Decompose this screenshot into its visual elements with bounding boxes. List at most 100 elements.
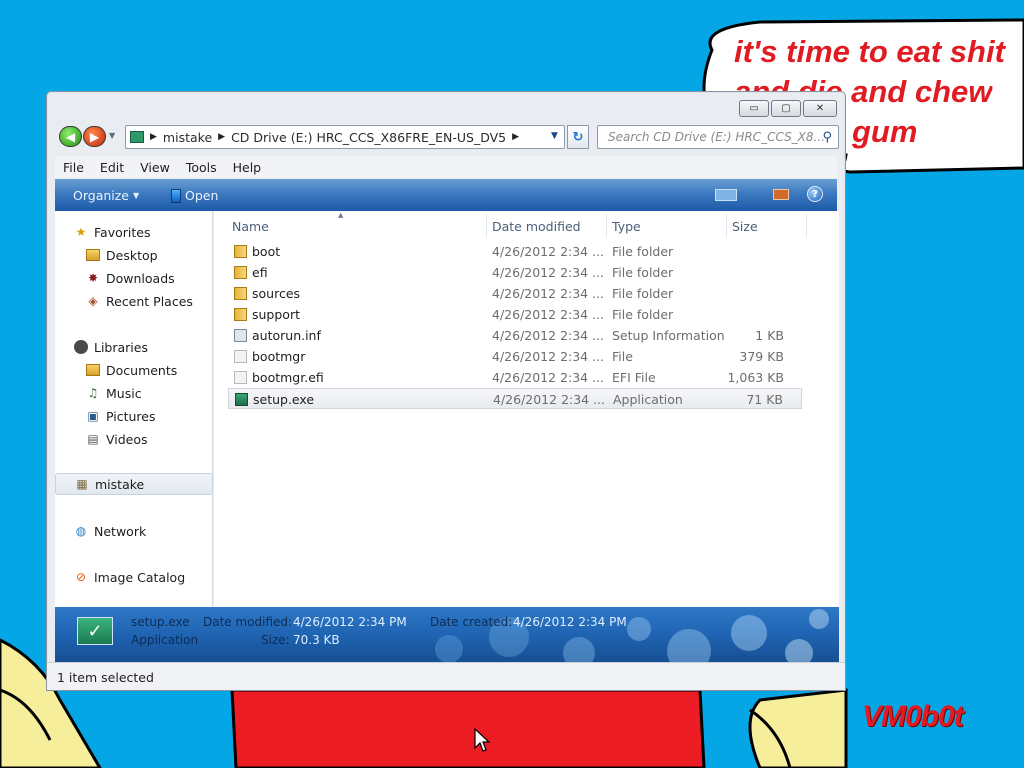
maximize-icon: ▢ — [781, 103, 791, 114]
nav-pictures[interactable]: ▣ Pictures — [55, 405, 213, 427]
column-divider[interactable] — [726, 213, 727, 237]
column-divider[interactable] — [806, 213, 807, 237]
setup-exe-thumbnail-icon: ✓ — [77, 617, 113, 645]
column-divider[interactable] — [606, 213, 607, 237]
open-icon — [171, 188, 181, 203]
nav-desktop[interactable]: Desktop — [55, 244, 213, 266]
search-icon[interactable]: ⚲ — [822, 130, 832, 145]
file-row-sources[interactable]: sources 4/26/2012 2:34 ... File folder — [228, 283, 802, 304]
folder-icon — [234, 245, 247, 258]
nav-favorites[interactable]: ★ Favorites — [55, 221, 213, 243]
column-divider[interactable] — [486, 213, 487, 237]
file-type: EFI File — [612, 370, 656, 385]
file-date: 4/26/2012 2:34 ... — [492, 244, 605, 259]
address-bar[interactable]: ▶ mistake ▶ CD Drive (E:) HRC_CCS_X86FRE… — [125, 125, 565, 149]
file-type: File folder — [612, 286, 674, 301]
details-size: 70.3 KB — [293, 633, 340, 647]
breadcrumb-mistake[interactable]: mistake — [163, 130, 212, 145]
menu-help[interactable]: Help — [225, 160, 270, 175]
back-button[interactable]: ◀ — [59, 126, 82, 147]
nav-recent-places[interactable]: ◈ Recent Places — [55, 290, 213, 312]
change-view-icon[interactable] — [715, 189, 737, 201]
file-name: bootmgr — [252, 349, 306, 364]
desktop-icon — [85, 248, 101, 262]
file-name: autorun.inf — [252, 328, 321, 343]
file-row-boot[interactable]: boot 4/26/2012 2:34 ... File folder — [228, 241, 802, 262]
column-header: ▲ Name Date modified Type Size — [214, 211, 839, 241]
file-name: boot — [252, 244, 281, 259]
nav-network-label: Network — [94, 523, 147, 539]
details-date-created-label: Date created: — [430, 615, 513, 629]
menu-view[interactable]: View — [132, 160, 178, 175]
address-dropdown-icon[interactable]: ▼ — [551, 131, 558, 141]
column-date-modified[interactable]: Date modified — [492, 219, 581, 234]
breadcrumb-separator-icon[interactable]: ▶ — [218, 132, 225, 142]
folder-icon — [234, 308, 247, 321]
file-date: 4/26/2012 2:34 ... — [493, 392, 606, 407]
settings-file-icon — [234, 329, 247, 342]
search-placeholder: Search CD Drive (E:) HRC_CCS_X8... — [608, 130, 825, 144]
yellow-figure-right — [748, 688, 848, 768]
status-bar: 1 item selected — [47, 662, 845, 690]
red-shirt — [230, 688, 706, 768]
nav-pictures-label: Pictures — [106, 408, 156, 424]
pictures-icon: ▣ — [87, 409, 99, 423]
forward-button[interactable]: ▶ — [83, 126, 106, 147]
nav-libraries[interactable]: Libraries — [55, 336, 213, 358]
organize-button[interactable]: Organize ▼ — [73, 188, 139, 203]
preview-pane-icon[interactable] — [773, 189, 789, 200]
explorer-window: ▭ ▢ ✕ ◀ ▶ ▼ ▶ mistake ▶ CD Drive (E:) HR… — [46, 91, 846, 691]
open-button[interactable]: Open — [171, 188, 218, 203]
caption-buttons: ▭ ▢ ✕ — [739, 100, 837, 117]
column-name[interactable]: Name — [232, 219, 269, 234]
file-size: 71 KB — [746, 392, 783, 407]
nav-documents[interactable]: Documents — [55, 359, 213, 381]
recent-pages-dropdown[interactable]: ▼ — [109, 131, 115, 140]
help-icon[interactable]: ? — [807, 186, 823, 202]
breadcrumb-separator-icon[interactable]: ▶ — [150, 132, 157, 142]
refresh-button[interactable]: ↻ — [567, 125, 589, 149]
nav-music[interactable]: ♫ Music — [55, 382, 213, 404]
file-date: 4/26/2012 2:34 ... — [492, 349, 605, 364]
nav-recent-label: Recent Places — [106, 293, 193, 309]
nav-user-label: mistake — [95, 476, 145, 492]
details-filename: setup.exe — [131, 615, 190, 629]
nav-user-mistake[interactable]: ▦ mistake — [55, 473, 213, 495]
user-folder-icon: ▦ — [76, 477, 88, 491]
nav-image-catalog-label: Image Catalog — [94, 569, 186, 585]
menu-file[interactable]: File — [55, 160, 92, 175]
details-date-modified: 4/26/2012 2:34 PM — [293, 615, 407, 629]
file-icon — [234, 371, 247, 384]
file-row-support[interactable]: support 4/26/2012 2:34 ... File folder — [228, 304, 802, 325]
column-size[interactable]: Size — [732, 219, 758, 234]
search-input[interactable]: Search CD Drive (E:) HRC_CCS_X8... ⚲ — [597, 125, 839, 149]
file-name: efi — [252, 265, 268, 280]
drive-icon — [130, 131, 144, 143]
nav-videos[interactable]: ▤ Videos — [55, 428, 213, 450]
menu-edit[interactable]: Edit — [92, 160, 132, 175]
chevron-down-icon: ▼ — [133, 191, 140, 200]
file-row-autorun-inf[interactable]: autorun.inf 4/26/2012 2:34 ... Setup Inf… — [228, 325, 802, 346]
nav-image-catalog[interactable]: ⊘ Image Catalog — [55, 566, 213, 588]
minimize-icon: ▭ — [749, 103, 759, 114]
nav-network[interactable]: ◍ Network — [55, 520, 213, 542]
maximize-button[interactable]: ▢ — [771, 100, 801, 117]
details-size-label: Size: — [261, 633, 290, 647]
menu-tools[interactable]: Tools — [178, 160, 225, 175]
breadcrumb-separator-icon[interactable]: ▶ — [512, 132, 519, 142]
file-row-bootmgr-efi[interactable]: bootmgr.efi 4/26/2012 2:34 ... EFI File … — [228, 367, 802, 388]
file-name: setup.exe — [253, 392, 315, 407]
file-row-efi[interactable]: efi 4/26/2012 2:34 ... File folder — [228, 262, 802, 283]
file-row-setup-exe[interactable]: setup.exe 4/26/2012 2:34 ... Application… — [228, 388, 802, 409]
column-type[interactable]: Type — [612, 219, 641, 234]
file-icon — [234, 350, 247, 363]
nav-downloads[interactable]: ✸ Downloads — [55, 267, 213, 289]
breadcrumb-cd-drive[interactable]: CD Drive (E:) HRC_CCS_X86FRE_EN-US_DV5 — [231, 130, 506, 145]
close-icon: ✕ — [815, 103, 825, 114]
mouse-cursor-icon — [474, 728, 490, 752]
menu-bar: File Edit View Tools Help — [55, 156, 837, 178]
minimize-button[interactable]: ▭ — [739, 100, 769, 117]
recent-places-icon: ◈ — [88, 294, 98, 308]
file-row-bootmgr[interactable]: bootmgr 4/26/2012 2:34 ... File 379 KB — [228, 346, 802, 367]
close-button[interactable]: ✕ — [803, 100, 837, 117]
